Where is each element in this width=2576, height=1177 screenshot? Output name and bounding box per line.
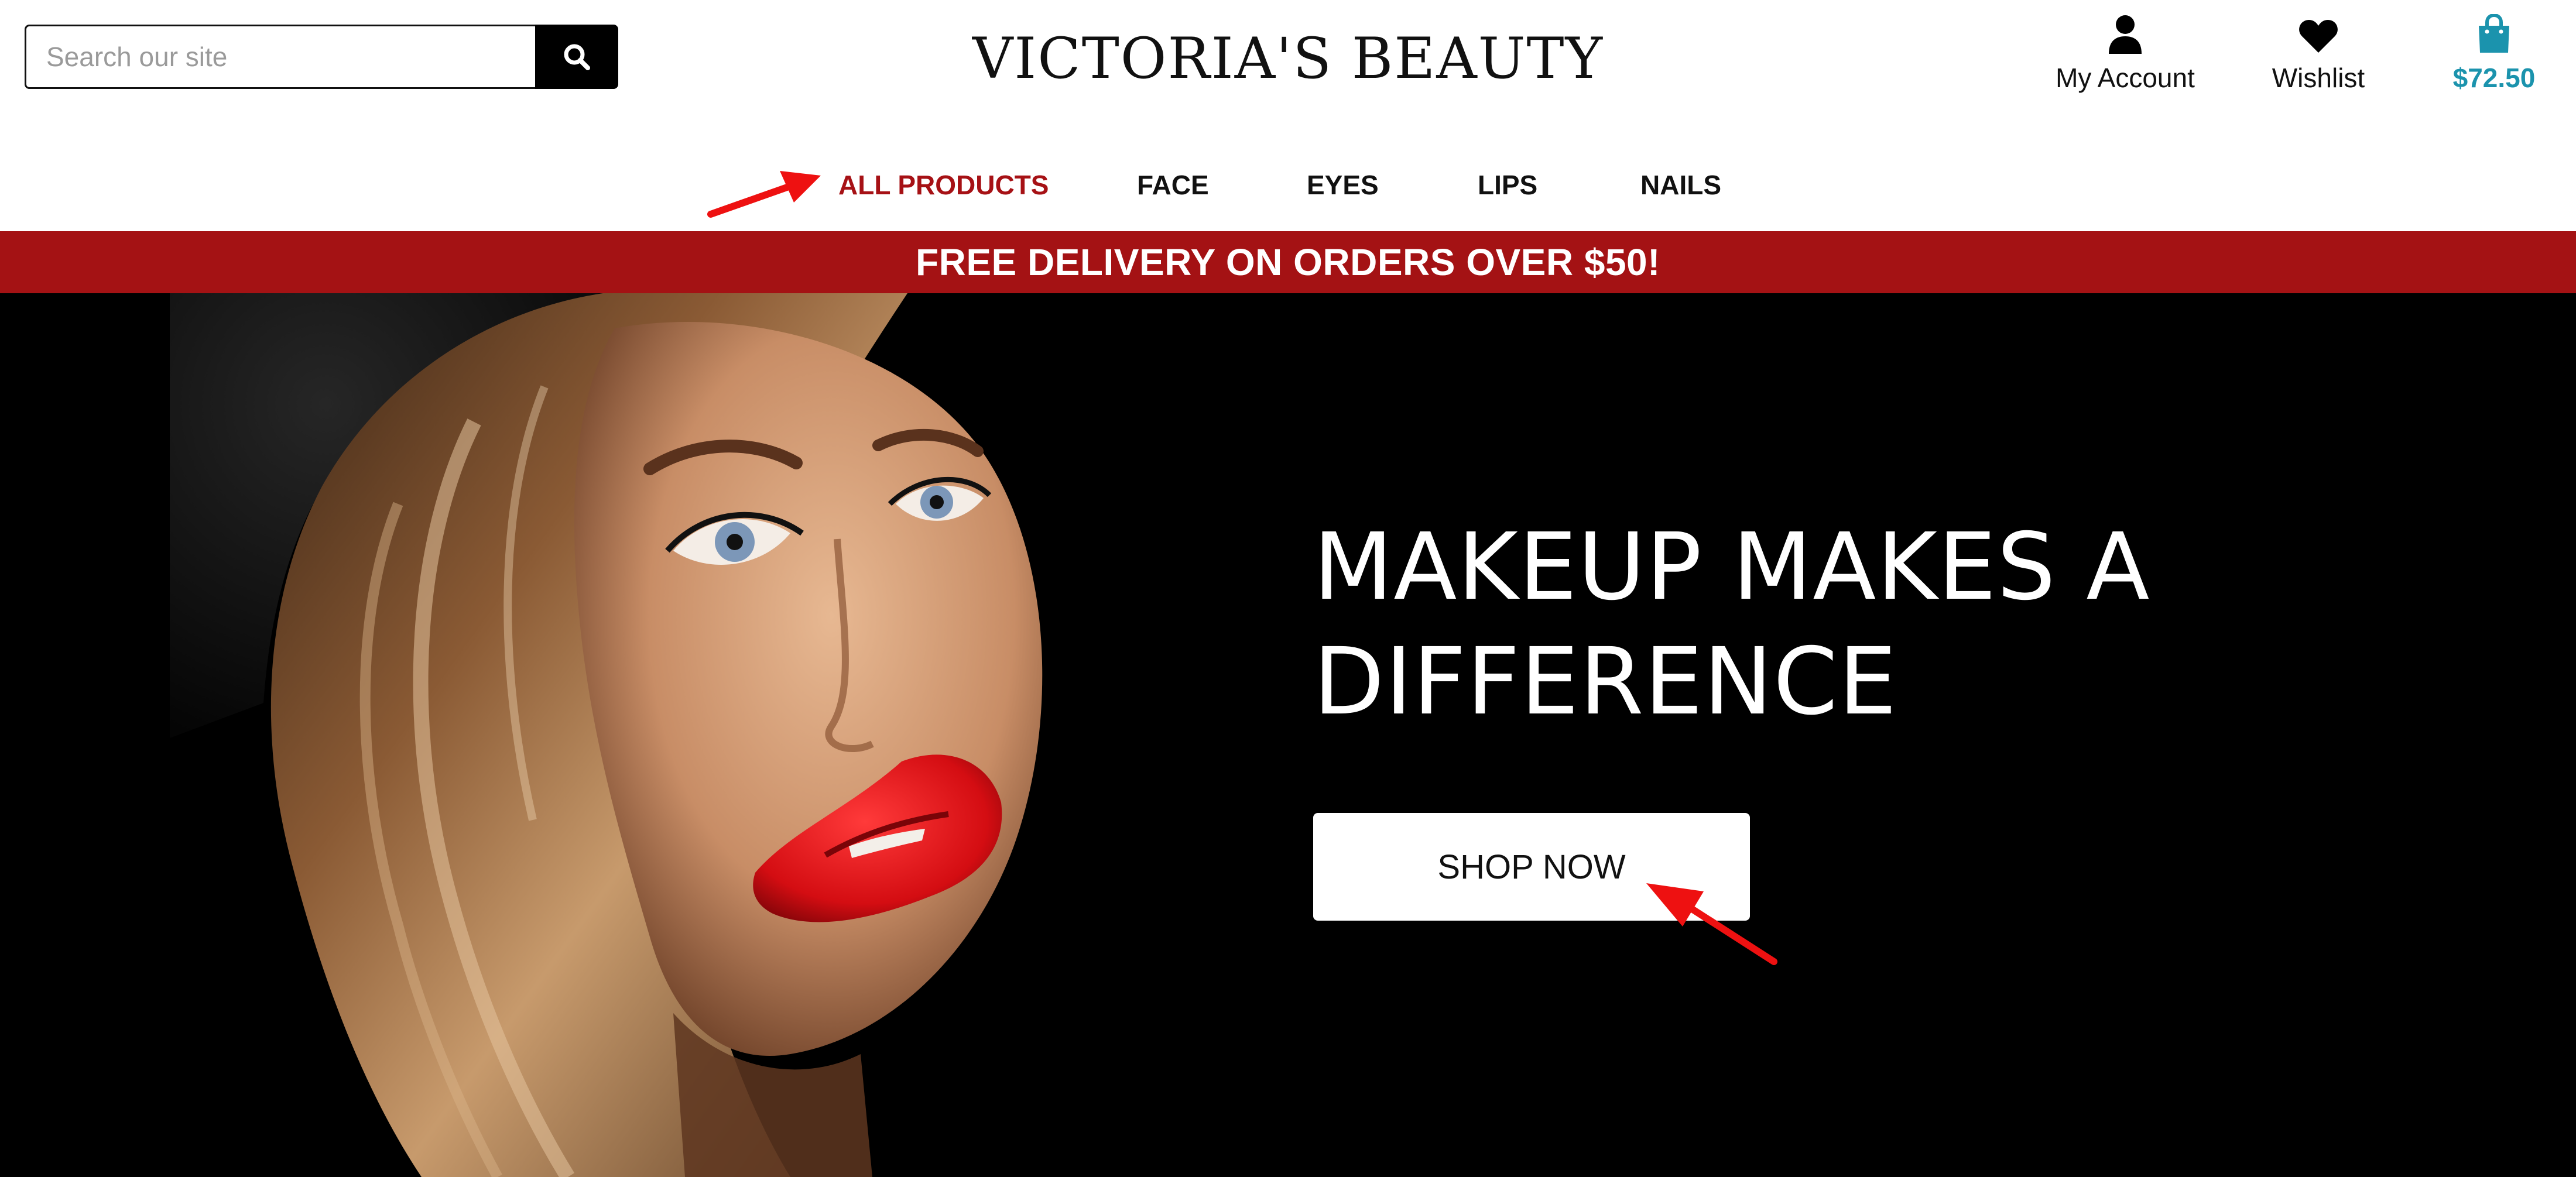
main-nav: ALL PRODUCTS FACE EYES LIPS NAILS (0, 163, 2576, 207)
bag-total: $72.50 (2452, 63, 2536, 93)
nav-item-all-products[interactable]: ALL PRODUCTS (838, 163, 1049, 207)
nav-item-lips[interactable]: LIPS (1478, 163, 1537, 207)
hero-model-image (170, 293, 1043, 1177)
site-logo[interactable]: VICTORIA'S BEAUTY (937, 23, 1639, 94)
nav-item-face[interactable]: FACE (1137, 163, 1209, 207)
heart-icon (2298, 13, 2338, 54)
annotation-arrow-icon (707, 171, 821, 218)
hero-title-line-1: MAKEUP MAKES A (1313, 513, 2150, 621)
search-input[interactable] (25, 25, 535, 89)
promo-banner-text: FREE DELIVERY ON ORDERS OVER $50! (916, 241, 1660, 283)
search-form (25, 25, 618, 89)
annotation-arrow-icon (1646, 883, 1777, 965)
site-header: VICTORIA'S BEAUTY My Account Wishlist (0, 0, 2576, 231)
my-account-link[interactable]: My Account (2052, 13, 2198, 101)
search-button[interactable] (535, 25, 618, 89)
shopping-bag-link[interactable]: $72.50 (2430, 13, 2558, 101)
hero-title: MAKEUP MAKES A DIFFERENCE (1313, 510, 2250, 739)
wishlist-link[interactable]: Wishlist (2248, 13, 2389, 101)
hero-title-line-2: DIFFERENCE (1313, 628, 1897, 736)
hero-section: MAKEUP MAKES A DIFFERENCE SHOP NOW (0, 293, 2576, 1177)
my-account-label: My Account (2056, 63, 2195, 93)
shopping-bag-icon (2476, 13, 2512, 54)
nav-item-eyes[interactable]: EYES (1307, 163, 1379, 207)
promo-banner: FREE DELIVERY ON ORDERS OVER $50! (0, 231, 2576, 293)
nav-item-nails[interactable]: NAILS (1640, 163, 1721, 207)
search-icon (564, 44, 590, 70)
user-icon (2108, 13, 2143, 54)
wishlist-label: Wishlist (2272, 63, 2365, 93)
